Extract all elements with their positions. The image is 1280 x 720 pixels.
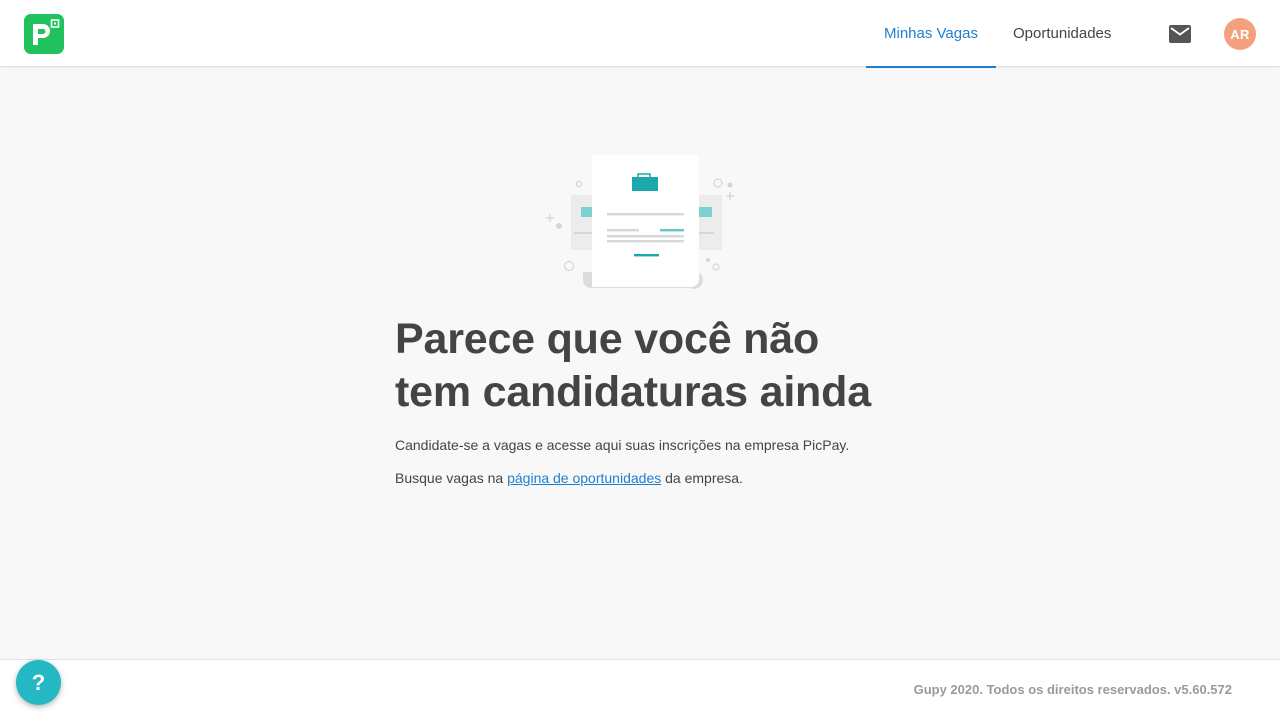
title-line-2: tem candidaturas ainda [395, 368, 871, 416]
search-hint-suffix: da empresa. [665, 470, 743, 486]
avatar-initials: AR [1230, 26, 1250, 42]
user-avatar[interactable]: AR [1224, 18, 1256, 50]
empty-state-description: Candidate-se a vagas e acesse aqui suas … [395, 437, 850, 453]
title-line-1: Parece que você não [395, 315, 820, 363]
picpay-logo[interactable] [24, 14, 64, 54]
footer-copyright: Gupy 2020. Todos os direitos reservados.… [913, 682, 1232, 697]
tab-oportunidades[interactable]: Oportunidades [1013, 0, 1111, 67]
tab-oportunidades-label: Oportunidades [1013, 25, 1112, 42]
opportunities-page-link[interactable]: página de oportunidades [507, 470, 661, 486]
top-header: Minhas Vagas Oportunidades AR [0, 0, 1280, 68]
page-title: Parece que você não tem candidaturas ain… [395, 313, 915, 419]
help-icon: ? [31, 669, 46, 695]
tab-minhas-vagas-label: Minhas Vagas [884, 25, 978, 42]
page-footer: Gupy 2020. Todos os direitos reservados.… [0, 659, 1280, 720]
mail-icon[interactable] [1168, 24, 1192, 44]
help-button[interactable]: ? [16, 660, 61, 705]
search-hint-prefix: Busque vagas na [395, 470, 504, 486]
search-hint: Busque vagas na página de oportunidades … [395, 470, 743, 486]
tab-minhas-vagas[interactable]: Minhas Vagas [866, 0, 996, 68]
empty-applications-illustration [546, 155, 734, 289]
